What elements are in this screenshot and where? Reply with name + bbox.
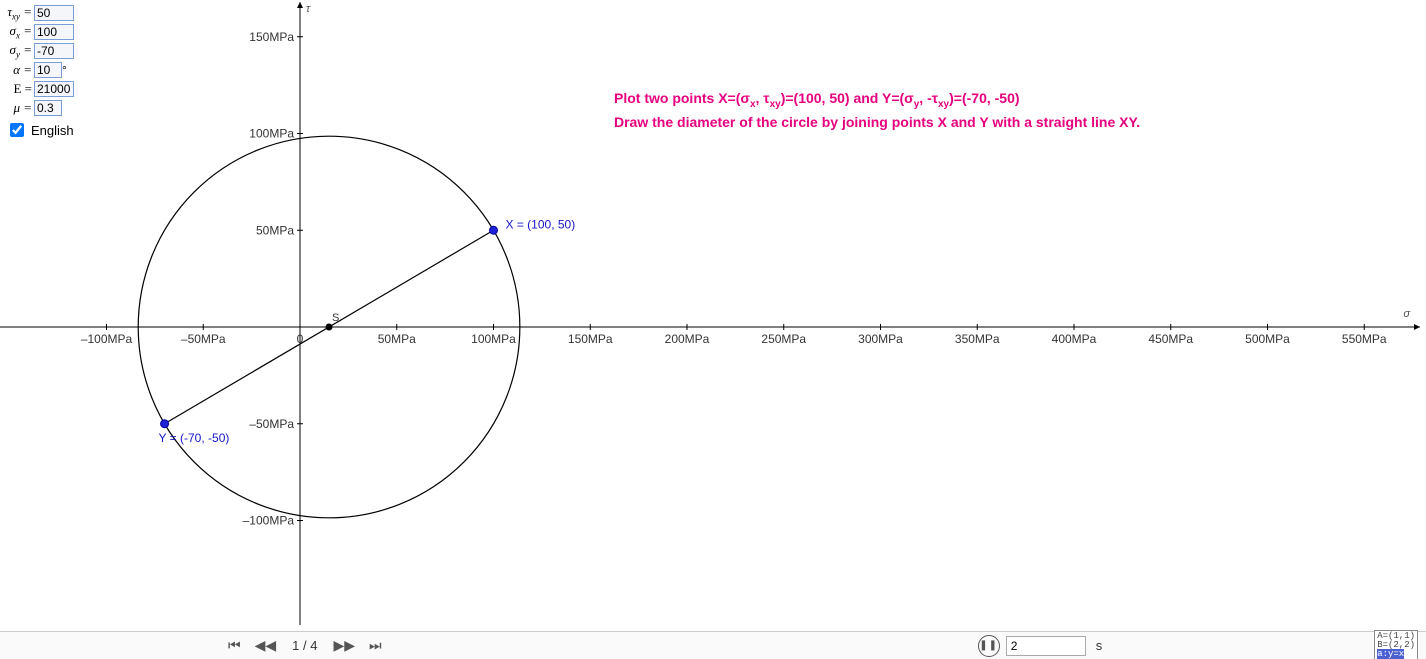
last-step-button[interactable]: ⏭ (365, 635, 386, 656)
first-step-button[interactable]: ⏮ (224, 635, 245, 656)
svg-text:–100MPa: –100MPa (243, 514, 295, 528)
svg-text:550MPa: 550MPa (1342, 332, 1387, 346)
pause-button[interactable]: ❚❚ (978, 635, 1000, 657)
svg-text:50MPa: 50MPa (256, 223, 294, 237)
svg-text:450MPa: 450MPa (1148, 332, 1193, 346)
svg-text:σ: σ (1403, 308, 1410, 320)
svg-text:τ: τ (306, 3, 311, 15)
svg-text:50MPa: 50MPa (378, 332, 416, 346)
speed-unit: s (1096, 638, 1103, 653)
svg-text:150MPa: 150MPa (249, 30, 294, 44)
prev-step-button[interactable]: ◀◀ (251, 635, 281, 656)
svg-text:100MPa: 100MPa (471, 332, 516, 346)
step-indicator: 1 / 4 (286, 638, 323, 653)
mohrs-circle-chart[interactable]: στ–100MPa–50MPa050MPa100MPa150MPa200MPa2… (0, 0, 1426, 631)
svg-text:350MPa: 350MPa (955, 332, 1000, 346)
construction-protocol-icon[interactable]: A=(1,1)B=(2,2)a:y=x (1374, 630, 1418, 659)
svg-text:–100MPa: –100MPa (81, 332, 133, 346)
playback-toolbar: ⏮ ◀◀ 1 / 4 ▶▶ ⏭ ❚❚ s A=(1,1)B=(2,2)a:y=x (0, 631, 1426, 659)
svg-text:Y = (-70, -50): Y = (-70, -50) (159, 431, 230, 445)
svg-text:400MPa: 400MPa (1052, 332, 1097, 346)
svg-text:S: S (332, 312, 339, 324)
svg-text:–50MPa: –50MPa (181, 332, 226, 346)
next-step-button[interactable]: ▶▶ (329, 635, 359, 656)
svg-text:500MPa: 500MPa (1245, 332, 1290, 346)
svg-text:–50MPa: –50MPa (249, 417, 294, 431)
svg-text:300MPa: 300MPa (858, 332, 903, 346)
svg-text:X = (100, 50): X = (100, 50) (506, 217, 576, 231)
svg-text:100MPa: 100MPa (249, 127, 294, 141)
svg-text:250MPa: 250MPa (761, 332, 806, 346)
svg-text:150MPa: 150MPa (568, 332, 613, 346)
speed-input[interactable] (1006, 636, 1086, 656)
svg-text:200MPa: 200MPa (665, 332, 710, 346)
